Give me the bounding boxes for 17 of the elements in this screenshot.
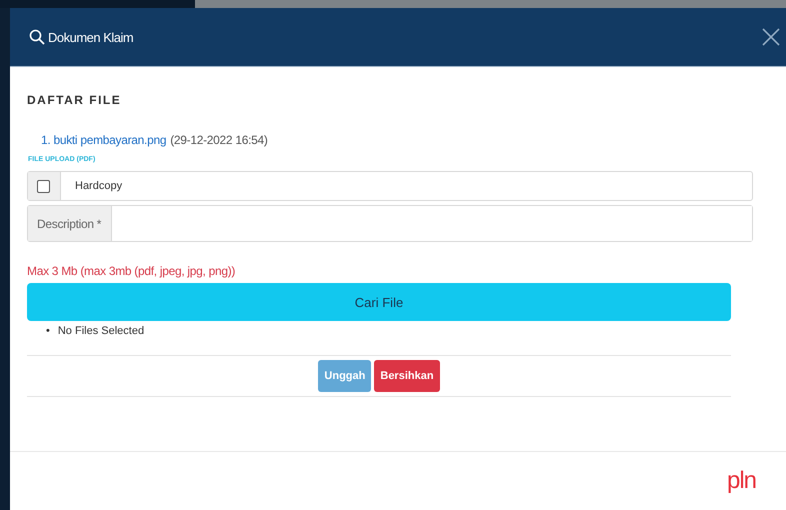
file-date: (29-12-2022 16:54): [170, 133, 268, 147]
size-note: Max 3 Mb (max 3mb (pdf, jpeg, jpg, png)): [27, 264, 236, 278]
file-link[interactable]: 1. bukti pembayaran.png: [41, 133, 166, 147]
browse-button[interactable]: Cari File: [27, 283, 731, 321]
selected-file-item: No Files Selected: [58, 324, 144, 339]
clear-button[interactable]: Bersihkan: [374, 360, 440, 392]
search-icon: [29, 29, 45, 45]
section-title: DAFTAR FILE: [27, 93, 122, 107]
description-label: Description *: [37, 216, 102, 230]
logo: pln: [726, 467, 756, 495]
close-icon[interactable]: [762, 28, 780, 46]
hardcopy-label: Hardcopy: [74, 179, 122, 194]
modal-title: Dokumen Klaim: [48, 30, 134, 44]
upload-button[interactable]: Unggah: [318, 360, 372, 392]
bullet-marker: •: [46, 324, 50, 339]
hardcopy-checkbox[interactable]: [37, 180, 50, 192]
description-input-group[interactable]: Description *: [27, 205, 753, 242]
